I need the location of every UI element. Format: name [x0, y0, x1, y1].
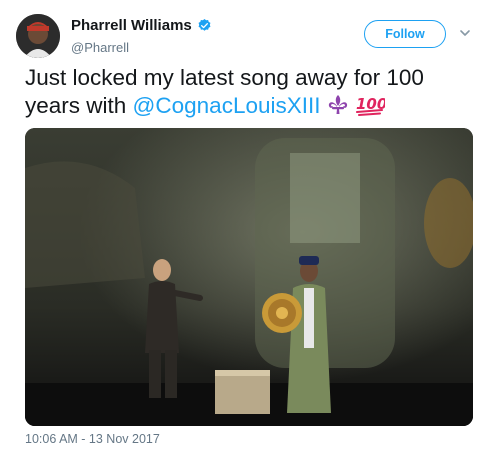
- verified-badge-icon: [198, 18, 211, 31]
- follow-button[interactable]: Follow: [364, 20, 446, 48]
- photo-image: [25, 128, 473, 426]
- display-name[interactable]: Pharrell Williams: [71, 17, 192, 34]
- tweet-timestamp[interactable]: 10:06 AM - 13 Nov 2017: [25, 432, 160, 446]
- tweet-photo[interactable]: [25, 128, 473, 426]
- tweet-text: Just locked my latest song away for 100 …: [25, 64, 485, 120]
- author-name-row[interactable]: Pharrell Williams: [71, 17, 212, 34]
- chevron-down-icon[interactable]: [458, 26, 472, 40]
- hundred-points-icon: 100: [356, 95, 385, 116]
- avatar-image: [16, 14, 60, 58]
- author-handle[interactable]: @Pharrell: [71, 40, 129, 55]
- avatar[interactable]: [16, 14, 60, 58]
- fleur-de-lis-icon: [328, 95, 347, 114]
- mention-link[interactable]: @CognacLouisXIII: [133, 93, 321, 118]
